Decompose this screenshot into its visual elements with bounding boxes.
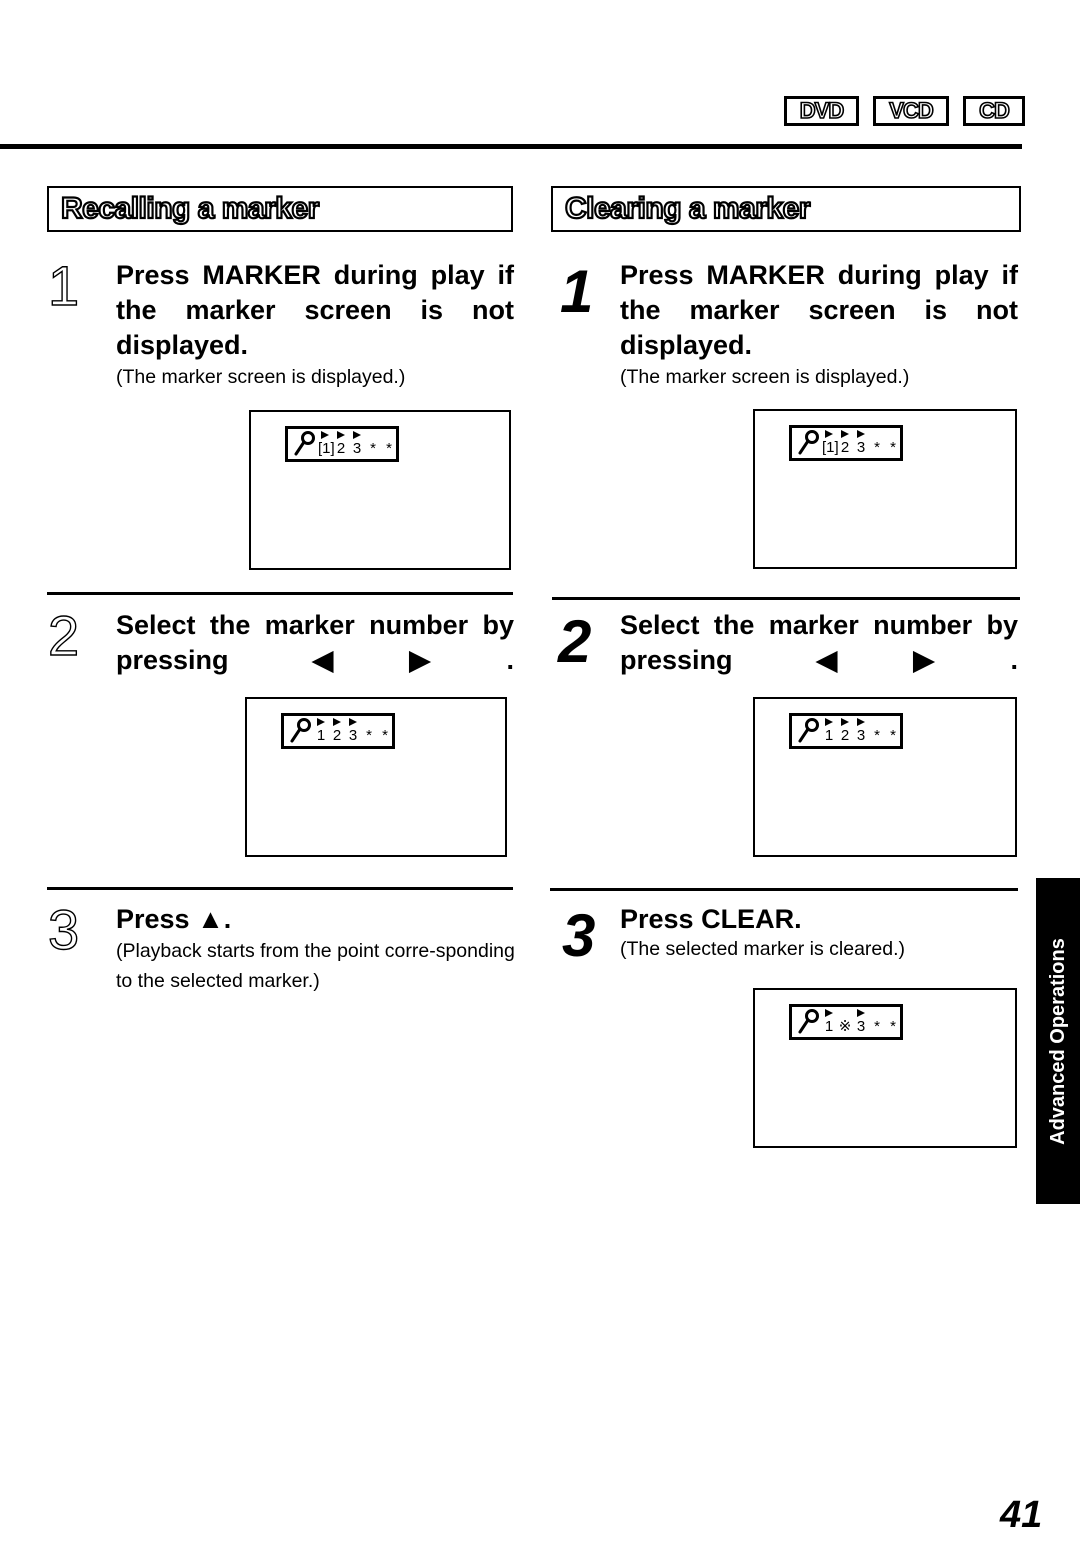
- marker-slot: *: [386, 440, 392, 457]
- clear-step-1-screen: [1] 2 3 * *: [753, 409, 1017, 569]
- recall-step-2-screen: 1 2 3 * *: [245, 697, 507, 857]
- marker-set-arrow-icon: [825, 1009, 833, 1017]
- marker-slot: 3: [346, 718, 360, 743]
- marker-slot: *: [890, 1018, 896, 1035]
- recall-step-1-screen: [1] 2 3 * *: [249, 410, 511, 570]
- marker-set-arrow-icon: [337, 431, 345, 439]
- recall-step-2-instruction: Select the marker number by pressing ◀▶.: [116, 610, 514, 675]
- marker-slot: 2: [838, 718, 852, 743]
- page-number: 41: [1000, 1494, 1043, 1536]
- marker-slot: *: [890, 727, 896, 744]
- marker-osd: 1 2 3 * *: [789, 713, 903, 749]
- chapter-side-tab: Advanced Operations: [1036, 878, 1080, 1204]
- marker-slot: 2: [838, 430, 852, 455]
- marker-slot: 1: [314, 718, 328, 743]
- clear-section-title: Clearing a marker: [564, 192, 812, 225]
- marker-slots: [1] 2 3 * *: [822, 430, 900, 456]
- clear-step-3-note: (The selected marker is cleared.): [620, 938, 906, 960]
- marker-set-arrow-icon: [857, 430, 865, 438]
- marker-pin-icon: [798, 1009, 819, 1034]
- marker-slot: [1]: [822, 430, 839, 455]
- recall-section-header: Recalling a marker: [47, 186, 513, 232]
- marker-pin-icon: [290, 718, 311, 743]
- marker-slot: 3: [854, 718, 868, 743]
- clear-step-1-instruction: Press MARKER during play if the marker s…: [620, 260, 1018, 360]
- marker-set-arrow-icon: [353, 431, 361, 439]
- clear-step-1-note: (The marker screen is displayed.): [620, 366, 910, 388]
- marker-slot: 2: [330, 718, 344, 743]
- recall-section-title: Recalling a marker: [60, 192, 321, 225]
- marker-slot: *: [366, 727, 372, 744]
- marker-slots: 1 ※ 3 * *: [822, 1009, 900, 1035]
- clear-step-divider: [552, 597, 1020, 600]
- chapter-side-tab-label: Advanced Operations: [1046, 937, 1069, 1145]
- marker-slot: *: [874, 727, 880, 744]
- marker-osd: [1] 2 3 * *: [789, 425, 903, 461]
- marker-set-arrow-icon: [825, 718, 833, 726]
- clear-step-2-instruction: Select the marker number by pressing ◀▶.: [620, 610, 1018, 675]
- vcd-badge: VCD: [873, 96, 949, 126]
- marker-set-arrow-icon: [857, 1009, 865, 1017]
- marker-pin-icon: [798, 718, 819, 743]
- clear-step-2-screen: 1 2 3 * *: [753, 697, 1017, 857]
- recall-step-1-number: 1: [47, 254, 80, 317]
- marker-osd: 1 ※ 3 * *: [789, 1004, 903, 1040]
- marker-slot: 3: [350, 431, 364, 456]
- clear-step-3-instruction: Press CLEAR.: [620, 904, 802, 934]
- marker-pin-icon: [294, 431, 315, 456]
- marker-slot: 3: [854, 430, 868, 455]
- marker-slot: 3: [854, 1009, 868, 1034]
- clear-step-2-number: 2: [558, 608, 592, 675]
- marker-slot: 1: [822, 1009, 836, 1034]
- marker-set-arrow-icon: [321, 431, 329, 439]
- marker-set-arrow-icon: [317, 718, 325, 726]
- marker-set-arrow-icon: [825, 430, 833, 438]
- cd-badge: CD: [963, 96, 1025, 126]
- marker-slots: 1 2 3 * *: [822, 718, 900, 744]
- marker-slot: *: [874, 1018, 880, 1035]
- marker-slot: [1]: [318, 431, 335, 456]
- clear-step-3-screen: 1 ※ 3 * *: [753, 988, 1017, 1148]
- recall-step-divider: [47, 592, 513, 595]
- marker-slot: *: [370, 440, 376, 457]
- clear-step-3-number: 3: [562, 902, 596, 969]
- marker-set-arrow-icon: [841, 718, 849, 726]
- recall-step-1-note: (The marker screen is displayed.): [116, 366, 406, 388]
- dvd-badge: DVD: [784, 96, 859, 126]
- marker-slot: *: [382, 727, 388, 744]
- marker-slot: *: [890, 439, 896, 456]
- recall-step-2-number: 2: [47, 604, 80, 667]
- marker-slot: 1: [822, 718, 836, 743]
- recall-step-3-number: 3: [47, 898, 80, 961]
- marker-osd: 1 2 3 * *: [281, 713, 395, 749]
- marker-set-arrow-icon: [349, 718, 357, 726]
- marker-slot-cleared: ※: [838, 1018, 852, 1035]
- marker-slots: [1] 2 3 * *: [318, 431, 396, 457]
- marker-set-arrow-icon: [841, 430, 849, 438]
- marker-slot: *: [874, 439, 880, 456]
- clear-step-1-number: 1: [560, 258, 594, 325]
- clear-section-header: Clearing a marker: [551, 186, 1021, 232]
- marker-set-arrow-icon: [333, 718, 341, 726]
- recall-step-3-note: (Playback starts from the point corre-sp…: [116, 940, 515, 992]
- marker-slots: 1 2 3 * *: [314, 718, 392, 744]
- marker-osd: [1] 2 3 * *: [285, 426, 399, 462]
- recall-step-1-instruction: Press MARKER during play if the marker s…: [116, 260, 514, 360]
- recall-step-divider: [47, 887, 513, 890]
- recall-step-3-instruction: Press ▲.: [116, 904, 232, 934]
- marker-pin-icon: [798, 430, 819, 455]
- marker-set-arrow-icon: [857, 718, 865, 726]
- marker-slot: 2: [334, 431, 348, 456]
- header-rule: [0, 144, 1022, 149]
- clear-step-divider: [550, 888, 1018, 891]
- disc-type-badges: DVD VCD CD: [784, 96, 1025, 126]
